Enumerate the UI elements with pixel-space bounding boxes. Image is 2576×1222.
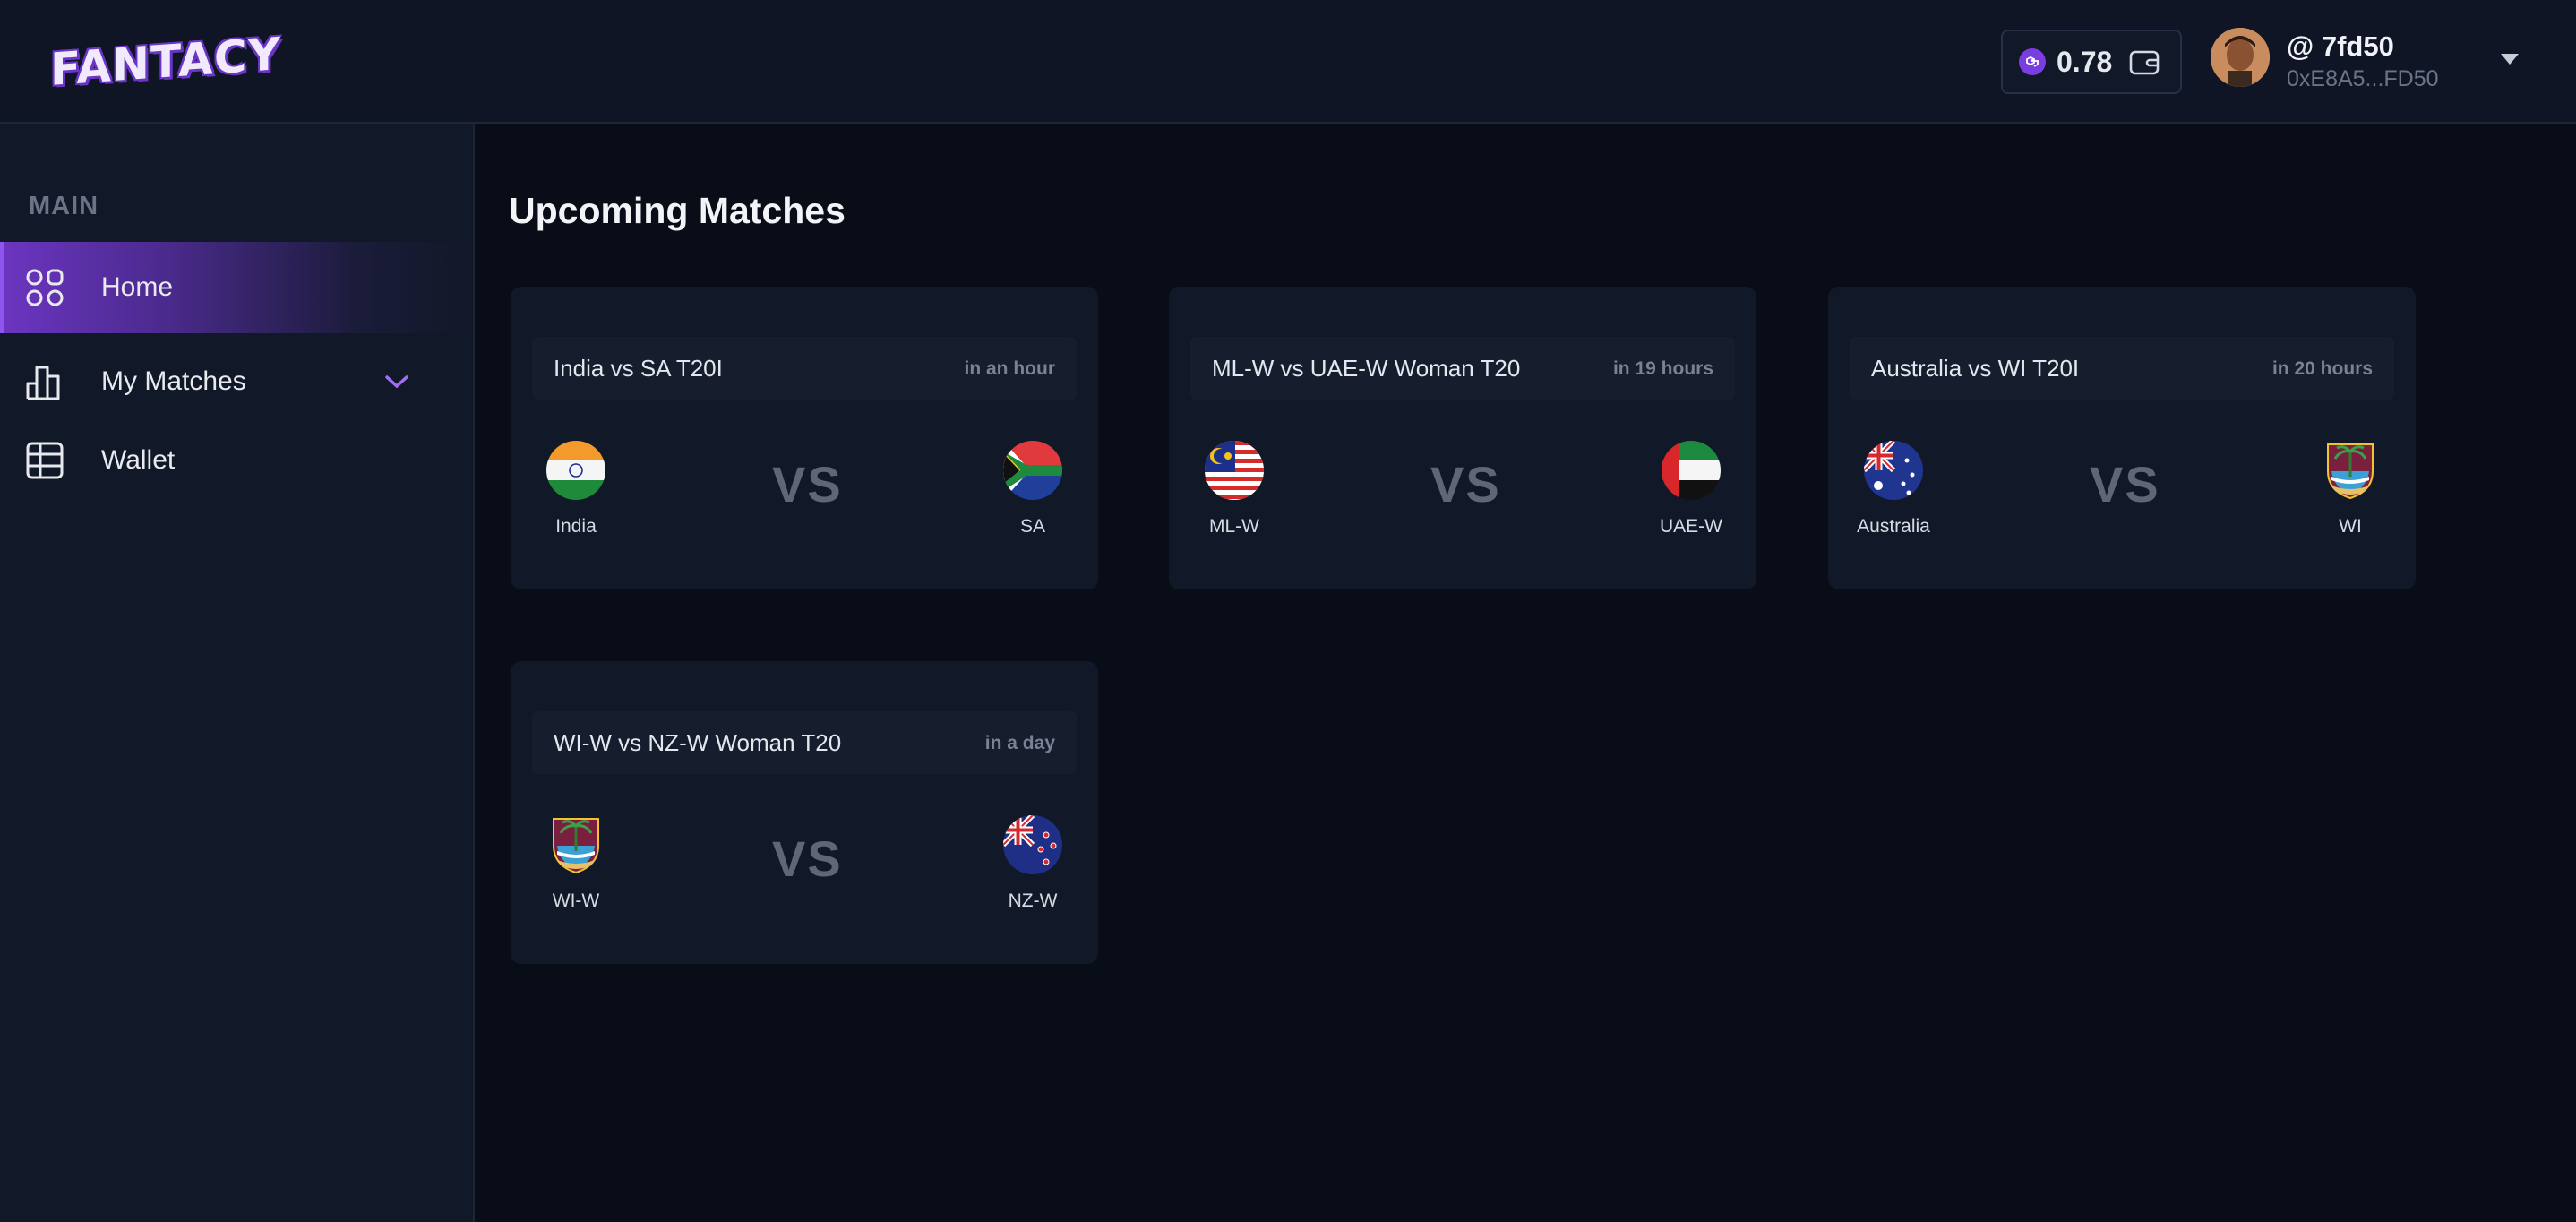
chevron-down-icon[interactable] <box>383 373 410 391</box>
team-name: UAE-W <box>1660 516 1722 537</box>
wallet-address: 0xE8A5...FD50 <box>2287 66 2439 91</box>
page-title: Upcoming Matches <box>509 190 846 231</box>
match-card[interactable]: WI-W vs NZ-W Woman T20 in a day WI-W VS … <box>511 661 1098 964</box>
logo-text: FANTACY <box>50 27 281 97</box>
match-card[interactable]: ML-W vs UAE-W Woman T20 in 19 hours ML-W… <box>1169 287 1756 589</box>
new-zealand-flag-icon <box>1003 815 1062 874</box>
match-card-header: Australia vs WI T20I in 20 hours <box>1850 337 2394 400</box>
match-time: in 20 hours <box>2271 358 2373 379</box>
india-flag-icon <box>546 441 605 500</box>
wallet-balance-button[interactable]: 0.78 <box>2001 30 2182 94</box>
match-name: India vs SA T20I <box>554 355 723 382</box>
fantacy-logo[interactable]: FANTACY <box>47 27 281 100</box>
vs-label: VS <box>1430 456 1501 512</box>
top-bar: FANTACY 0.78 @ 7fd50 0xE8A5...FD50 <box>0 0 2576 124</box>
match-time: in 19 hours <box>1612 358 1713 379</box>
vs-label: VS <box>2090 456 2160 512</box>
sidebar: MAIN Home My Matches Wallet <box>0 124 475 1222</box>
wallet-icon <box>2129 50 2160 75</box>
match-card[interactable]: India vs SA T20I in an hour India VS SA <box>511 287 1098 589</box>
match-name: ML-W vs UAE-W Woman T20 <box>1212 355 1521 382</box>
bar-chart-icon <box>26 366 60 400</box>
user-avatar[interactable] <box>2211 28 2270 87</box>
caret-down-icon[interactable] <box>2499 52 2520 66</box>
balance-value: 0.78 <box>2057 45 2113 78</box>
sidebar-item-wallet[interactable]: Wallet <box>0 415 473 506</box>
team-name: WI <box>2339 516 2362 537</box>
match-time: in an hour <box>964 358 1056 379</box>
sidebar-item-my-matches[interactable]: My Matches <box>0 336 473 427</box>
match-name: WI-W vs NZ-W Woman T20 <box>554 729 842 756</box>
team-name: SA <box>1019 516 1045 537</box>
match-card-header: ML-W vs UAE-W Woman T20 in 19 hours <box>1190 337 1735 400</box>
team-name: WI-W <box>552 891 600 911</box>
vs-label: VS <box>772 830 843 887</box>
match-card-header: India vs SA T20I in an hour <box>532 337 1077 400</box>
south-africa-flag-icon <box>1003 441 1062 500</box>
uae-flag-icon <box>1662 441 1721 500</box>
sidebar-item-home[interactable]: Home <box>0 242 473 333</box>
west-indies-crest-icon <box>546 815 605 874</box>
team-name: ML-W <box>1209 516 1259 537</box>
sidebar-section-title: MAIN <box>29 192 99 220</box>
table-icon <box>26 442 64 479</box>
west-indies-crest-icon <box>2321 441 2380 500</box>
grid-icon <box>26 269 64 306</box>
malaysia-flag-icon <box>1205 441 1264 500</box>
polygon-token-icon <box>2019 48 2046 75</box>
australia-flag-icon <box>1864 441 1923 500</box>
username: @ 7fd50 <box>2287 30 2394 62</box>
match-time: in a day <box>984 733 1055 753</box>
team-name: Australia <box>1857 516 1930 537</box>
team-name: India <box>555 516 597 537</box>
sidebar-item-label: Home <box>101 272 174 302</box>
match-name: Australia vs WI T20I <box>1871 355 2080 382</box>
sidebar-item-label: Wallet <box>101 445 176 475</box>
team-name: NZ-W <box>1008 891 1058 911</box>
sidebar-item-label: My Matches <box>101 366 246 396</box>
match-card-header: WI-W vs NZ-W Woman T20 in a day <box>532 711 1077 774</box>
match-card[interactable]: Australia vs WI T20I in 20 hours Austral… <box>1828 287 2416 589</box>
vs-label: VS <box>772 456 843 512</box>
